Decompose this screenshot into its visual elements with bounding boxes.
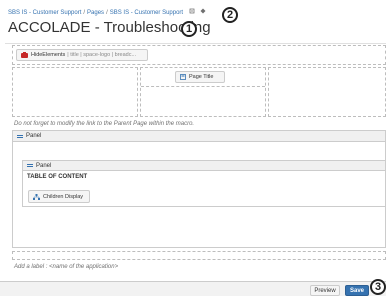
inner-panel-header[interactable]: Panel <box>23 161 385 171</box>
layout-section-bottom[interactable] <box>12 251 386 260</box>
panel-icon <box>17 134 23 139</box>
inner-panel-label: Panel <box>36 162 52 169</box>
outer-panel-label: Panel <box>26 133 42 139</box>
callout-marker-2: 2 <box>222 7 238 23</box>
parent-page-hint: Do not forget to modify the link to the … <box>14 121 195 127</box>
breadcrumb-link-pages[interactable]: Pages <box>87 10 104 16</box>
panel-icon <box>27 163 33 168</box>
breadcrumb-separator: / <box>106 10 108 16</box>
toc-heading[interactable]: TABLE OF CONTENT <box>27 174 87 180</box>
breadcrumb: SBS IS - Customer Support / Pages / SBS IS -… <box>8 8 206 16</box>
hide-elements-icon <box>21 52 28 58</box>
preview-button[interactable]: Preview <box>310 285 340 296</box>
hide-elements-macro[interactable]: HideElements | title | space-logo | brea… <box>16 49 148 61</box>
page-title-macro[interactable]: Page Title <box>175 71 225 83</box>
breadcrumb-separator: / <box>83 10 86 16</box>
restrictions-icon[interactable] <box>200 8 206 16</box>
add-label-hint: Add a label : <name of the application> <box>14 264 119 270</box>
callout-marker-1: 1 <box>181 21 197 37</box>
breadcrumb-link-space[interactable]: SBS IS - Customer Support <box>8 10 81 16</box>
page-location-icon[interactable] <box>189 8 195 16</box>
layout-divider <box>141 86 265 87</box>
breadcrumb-link-parent[interactable]: SBS IS - Customer Support <box>110 10 183 16</box>
children-display-label: Children Display <box>43 193 84 200</box>
layout-cell-right[interactable] <box>268 67 386 117</box>
page-title-macro-label: Page Title <box>189 74 214 80</box>
save-button[interactable]: Save <box>345 285 369 296</box>
hide-elements-label: HideElements <box>31 52 66 58</box>
hide-elements-params: | title | space-logo | breadc... <box>67 52 137 58</box>
layout-cell-left[interactable] <box>12 67 138 117</box>
children-display-macro[interactable]: Children Display <box>28 190 90 203</box>
children-display-icon <box>33 193 40 200</box>
outer-panel-header[interactable]: Panel <box>13 131 385 142</box>
page-title-macro-icon <box>180 74 186 80</box>
callout-marker-3: 3 <box>370 279 386 295</box>
